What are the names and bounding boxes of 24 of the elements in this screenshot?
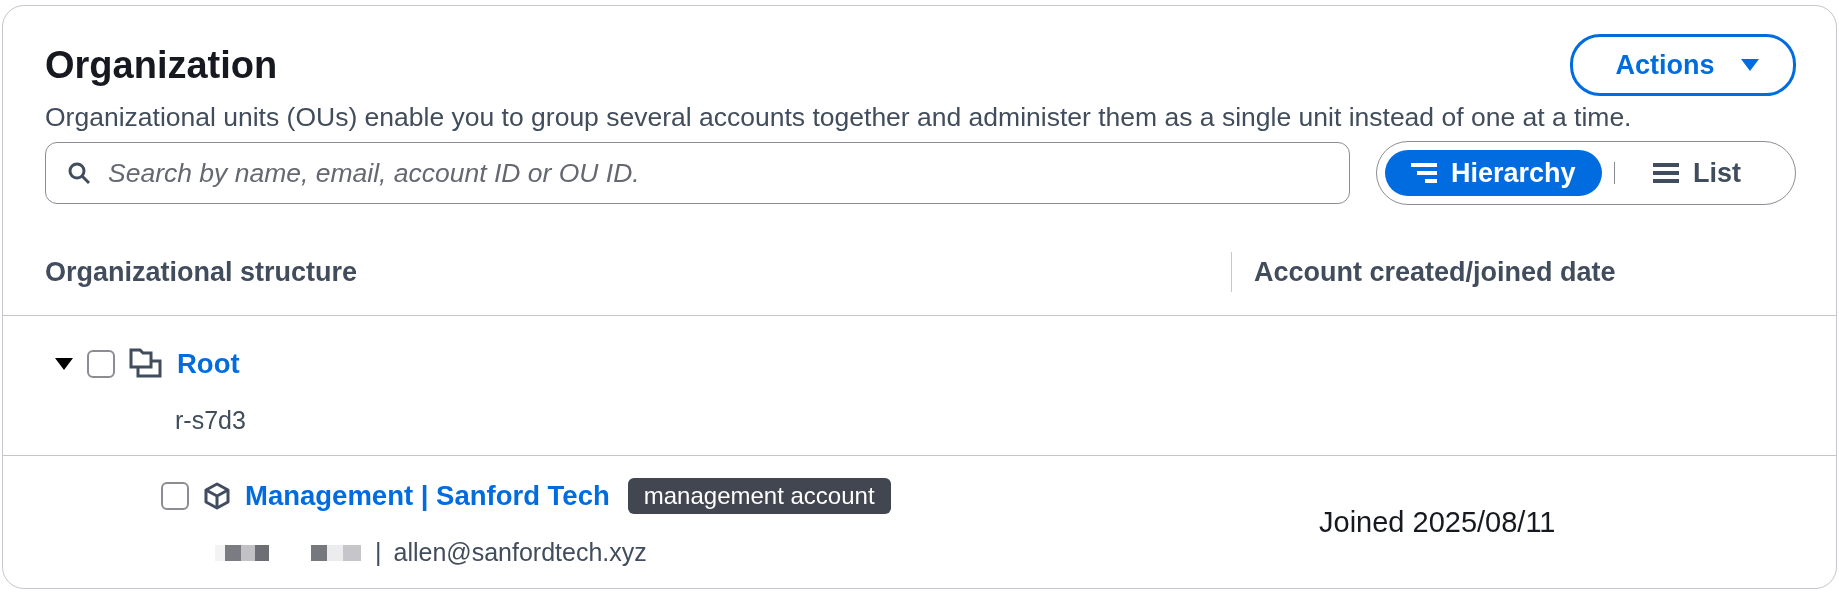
cube-icon	[203, 482, 231, 510]
caret-down-icon	[1740, 58, 1759, 72]
page-description: Organizational units (OUs) enable you to group several accounts together and administer them as a single unit instead of one at a time.	[44, 101, 1633, 133]
separator-text: |	[375, 538, 382, 567]
account-email: allen@sanfordtech.xyz	[393, 538, 647, 567]
root-link[interactable]: Root	[177, 348, 240, 380]
filter-lines-icon	[1411, 162, 1437, 184]
page-title: Organization	[45, 44, 278, 87]
list-icon	[1653, 162, 1680, 184]
joined-date: Joined 2025/08/11	[1319, 506, 1556, 539]
checkbox[interactable]	[87, 350, 115, 378]
search-field[interactable]: Search by name, email, account ID or OU ID.	[45, 142, 1350, 204]
view-tab[interactable]: Hierarchy	[1385, 150, 1602, 196]
caret-down-icon[interactable]	[55, 357, 73, 371]
actions-button[interactable]: Actions	[1570, 34, 1796, 96]
folders-icon	[129, 347, 163, 381]
column-header: Organizational structure	[44, 256, 359, 288]
column-header: Account created/joined date	[1253, 256, 1616, 288]
account-badge: management account	[627, 478, 891, 514]
search-icon	[67, 161, 91, 185]
view-tab[interactable]: List	[1627, 150, 1768, 196]
root-id: r-s7d3	[175, 406, 246, 435]
account-link[interactable]: Management | Sanford Tech	[245, 480, 610, 512]
checkbox[interactable]	[161, 482, 189, 510]
